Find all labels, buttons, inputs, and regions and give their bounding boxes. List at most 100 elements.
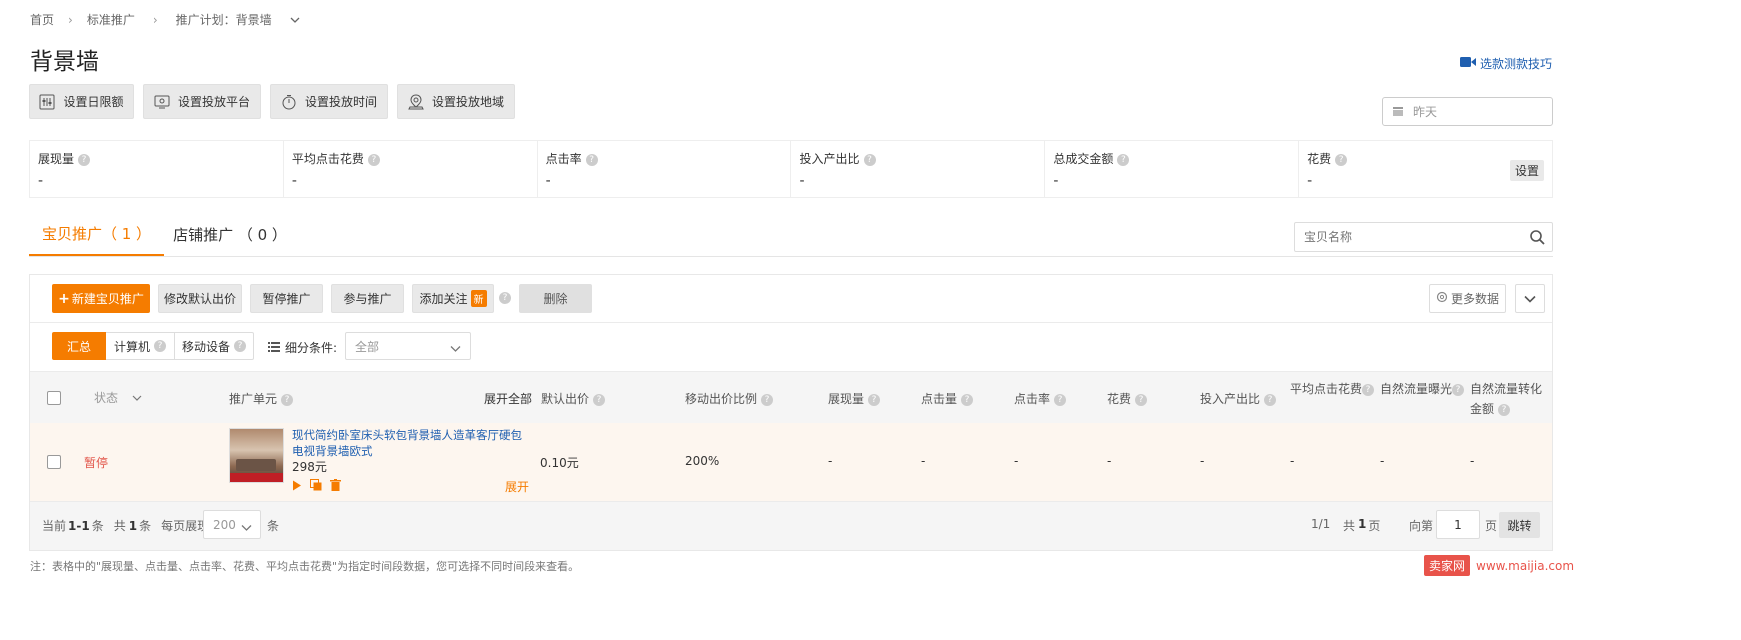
set-platform-button[interactable]: 设置投放平台: [143, 84, 261, 119]
filter-computer[interactable]: 计算机?: [106, 332, 175, 360]
help-icon[interactable]: ?: [1452, 383, 1465, 396]
help-icon[interactable]: ?: [1264, 393, 1277, 406]
footnote: 注：表格中的"展现量、点击量、点击率、花费、平均点击花费"为指定时间段数据，您可…: [30, 560, 580, 573]
expand-link[interactable]: 展开: [505, 478, 529, 495]
video-tip-link[interactable]: 选款测款技巧: [1460, 55, 1552, 72]
row-natural-conversion: -: [1470, 454, 1475, 468]
jump-button[interactable]: 跳转: [1499, 512, 1540, 538]
header-status[interactable]: 状态: [94, 389, 142, 406]
expand-all-link[interactable]: 展开全部: [484, 390, 532, 407]
header-natural-exposure: 自然流量曝光?: [1380, 379, 1465, 399]
per-page-suffix: 条: [267, 519, 280, 533]
add-follow-label: 添加关注: [419, 292, 468, 306]
help-icon[interactable]: ?: [1362, 383, 1375, 396]
metric-value: -: [291, 173, 297, 189]
collapse-toggle-button[interactable]: [1515, 284, 1545, 313]
search-icon[interactable]: [1530, 230, 1545, 248]
segment-select[interactable]: 全部: [345, 332, 471, 360]
header-status-label: 状态: [94, 391, 119, 405]
chevron-down-icon[interactable]: [290, 13, 300, 27]
product-price: 298元: [292, 460, 327, 474]
table-header: 状态 推广单元? 展开全部 默认出价? 移动出价比例? 展现量? 点击量? 点击…: [30, 371, 1552, 423]
breadcrumb-standard[interactable]: 标准推广: [87, 11, 135, 28]
play-icon[interactable]: [292, 480, 302, 494]
help-icon[interactable]: ?: [78, 153, 91, 166]
help-icon[interactable]: ?: [1335, 153, 1348, 166]
new-badge: 新: [470, 290, 487, 307]
help-icon[interactable]: ?: [499, 292, 511, 304]
new-item-promo-button[interactable]: + 新建宝贝推广: [52, 284, 150, 313]
help-icon[interactable]: ?: [868, 393, 881, 406]
row-cost: -: [1107, 454, 1112, 468]
metric-avg-cpc: 平均点击花费? -: [284, 141, 538, 197]
help-icon[interactable]: ?: [367, 153, 380, 166]
help-icon[interactable]: ?: [1117, 153, 1130, 166]
header-default-bid: 默认出价?: [541, 390, 606, 407]
sliders-icon: [39, 94, 55, 110]
help-icon[interactable]: ?: [154, 340, 166, 352]
help-icon[interactable]: ?: [1498, 403, 1511, 416]
more-data-button[interactable]: 更多数据: [1429, 284, 1506, 313]
product-thumbnail[interactable]: [229, 428, 284, 483]
row-mobile-ratio[interactable]: 200%: [685, 454, 719, 468]
join-promo-label: 参与推广: [343, 292, 392, 306]
modify-bid-button[interactable]: 修改默认出价: [158, 284, 242, 313]
date-picker[interactable]: 昨天: [1382, 97, 1553, 126]
trash-icon[interactable]: [330, 479, 341, 494]
help-icon[interactable]: ?: [1054, 393, 1067, 406]
goto-page-input[interactable]: [1436, 510, 1480, 539]
thumbnail-sofa: [236, 459, 276, 471]
breadcrumb-plan-name: 背景墙: [235, 13, 272, 27]
row-ctr: -: [1014, 454, 1019, 468]
row-checkbox[interactable]: [47, 455, 61, 469]
help-icon[interactable]: ?: [1135, 393, 1148, 406]
watermark-brand: 卖家网: [1424, 555, 1471, 576]
chevron-down-icon: [1524, 292, 1536, 306]
row-default-bid[interactable]: 0.10元: [540, 454, 579, 471]
search-input[interactable]: [1304, 230, 1524, 244]
pause-promo-label: 暂停推广: [262, 292, 311, 306]
map-pin-icon: [408, 93, 424, 110]
help-icon[interactable]: ?: [961, 393, 974, 406]
help-icon[interactable]: ?: [234, 340, 246, 352]
metric-ctr: 点击率? -: [538, 141, 792, 197]
help-icon[interactable]: ?: [863, 153, 876, 166]
tab-shop-promo[interactable]: 店铺推广 （ 0 ）: [170, 212, 290, 256]
filter-summary[interactable]: 汇总: [52, 332, 106, 360]
gear-icon: [1436, 291, 1448, 306]
total-count: 1: [128, 518, 138, 533]
select-all-checkbox[interactable]: [47, 391, 61, 405]
help-icon[interactable]: ?: [761, 393, 774, 406]
per-page-select[interactable]: 200: [203, 510, 261, 539]
set-daily-limit-button[interactable]: 设置日限额: [29, 84, 134, 119]
segment-filter: 细分条件:: [268, 339, 337, 356]
metric-label: 平均点击花费: [291, 152, 364, 166]
breadcrumb-plan-prefix: 推广计划：: [175, 13, 236, 27]
copy-icon[interactable]: [310, 479, 322, 494]
help-icon[interactable]: ?: [593, 393, 606, 406]
filter-summary-label: 汇总: [66, 339, 91, 354]
help-icon[interactable]: ?: [281, 393, 294, 406]
date-picker-value: 昨天: [1413, 105, 1438, 119]
metrics-settings-button[interactable]: 设置: [1509, 160, 1544, 181]
metric-value: -: [545, 173, 551, 189]
set-time-button[interactable]: 设置投放时间: [270, 84, 388, 119]
set-region-button[interactable]: 设置投放地域: [397, 84, 515, 119]
delete-button[interactable]: 删除: [519, 284, 592, 313]
segment-select-value: 全部: [355, 339, 380, 354]
add-follow-button[interactable]: 添加关注 新: [412, 284, 494, 313]
header-clicks-label: 点击量: [921, 392, 958, 406]
header-natural-conversion: 自然流量转化金额?: [1470, 379, 1552, 419]
filter-mobile[interactable]: 移动设备?: [175, 332, 254, 360]
pause-promo-button[interactable]: 暂停推广: [250, 284, 323, 313]
product-title-link[interactable]: 现代简约卧室床头软包背景墙人造革客厅硬包电视背景墙欧式: [292, 427, 524, 459]
search-box[interactable]: [1294, 222, 1553, 252]
chevron-right-icon: ›: [68, 12, 73, 27]
breadcrumb-home[interactable]: 首页: [30, 11, 54, 28]
join-promo-button[interactable]: 参与推广: [331, 284, 404, 313]
help-icon[interactable]: ?: [585, 153, 598, 166]
header-unit: 推广单元?: [229, 390, 294, 407]
tab-item-promo[interactable]: 宝贝推广（ 1 ）: [29, 212, 164, 256]
header-natural-exposure-label: 自然流量曝光: [1380, 382, 1453, 396]
metric-value: -: [1053, 173, 1059, 189]
